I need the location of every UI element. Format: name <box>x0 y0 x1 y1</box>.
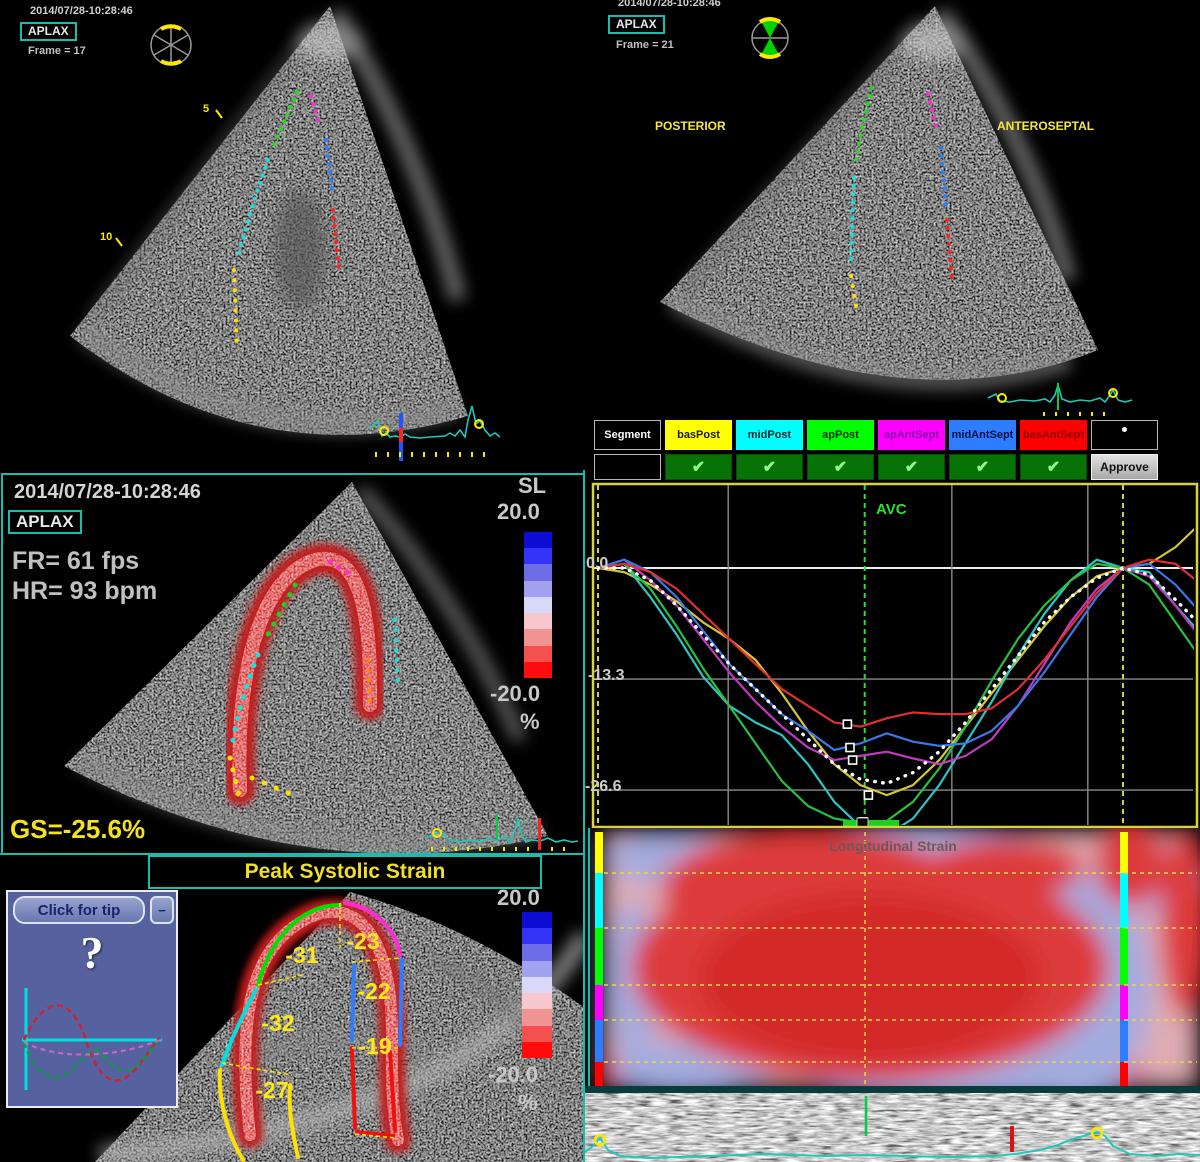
gray-mmode-ecg-strip <box>585 1090 1200 1162</box>
timestamp-top-left: 2014/07/28-10:28:46 <box>30 6 133 18</box>
peak-strain-title-box: Peak Systolic Strain <box>148 855 542 889</box>
peak-strain-value-apAntSept: -23 <box>346 928 379 954</box>
cycle-wheel-icon-filled <box>747 15 793 61</box>
frame-counter-top-right: Frame = 21 <box>616 40 674 52</box>
approve-button[interactable]: Approve <box>1091 454 1158 480</box>
ultrasound-image-top-right <box>585 0 1200 420</box>
timestamp-top-right: 2014/07/28-10:28:46 <box>618 0 721 10</box>
segment-header-midPost[interactable]: midPost <box>736 420 803 450</box>
check-midPost[interactable]: ✔ <box>736 454 803 480</box>
segment-header-midAntSept[interactable]: midAntSept <box>949 420 1016 450</box>
global-strain-value: GS=-25.6% <box>10 816 145 843</box>
depth-mark-10: 10 <box>100 232 112 244</box>
ultrasound-image-strain-live <box>0 470 585 855</box>
colorbar-max-peak: 20.0 <box>497 886 540 909</box>
timestamp-mid-left: 2014/07/28-10:28:46 <box>14 482 201 503</box>
check-basPost[interactable]: ✔ <box>665 454 732 480</box>
segment-header-apPost[interactable]: apPost <box>807 420 874 450</box>
tip-minimize-button[interactable]: − <box>150 896 174 924</box>
peak-strain-title: Peak Systolic Strain <box>245 861 446 883</box>
column-divider <box>583 470 585 1162</box>
y-tick-13: -13.3 <box>588 668 624 685</box>
echo-strain-quad-screen: 2014/07/28-10:28:46 APLAX Frame = 17 5 1… <box>0 0 1200 1162</box>
colorbar-unit-peak: % <box>518 1091 538 1114</box>
segment-color-bar-right <box>1120 832 1128 1088</box>
peak-marker <box>864 791 872 799</box>
click-for-tip-button[interactable]: Click for tip <box>13 896 145 924</box>
curved-mmode-strain-map: Longitudinal Strain <box>585 828 1200 1090</box>
y-tick-26: -26.6 <box>585 779 621 796</box>
peak-strain-value-midPost: -32 <box>261 1010 294 1036</box>
segment-header-apAntSept[interactable]: apAntSept <box>878 420 945 450</box>
depth-mark-5: 5 <box>203 104 209 116</box>
tip-widget: Click for tip − ? <box>6 890 178 1108</box>
check-apAntSept[interactable]: ✔ <box>878 454 945 480</box>
view-label-top-left: APLAX <box>20 22 77 41</box>
view-label-mid-left: APLAX <box>8 510 82 534</box>
segment-approve-table: Segment basPost midPost apPost apAntSept… <box>594 420 1162 480</box>
frame-counter-top-left: Frame = 17 <box>28 46 86 58</box>
strain-curve-apPost <box>598 564 1200 823</box>
strain-curves-graph <box>585 482 1200 828</box>
segment-table-header: Segment <box>594 420 661 450</box>
segment-color-bar-left <box>595 832 603 1088</box>
peak-marker <box>849 756 857 764</box>
view-label-top-right: APLAX <box>608 15 665 34</box>
segment-row-label-empty <box>594 454 661 480</box>
heart-rate-label: HR= 93 bpm <box>12 578 157 604</box>
peak-strain-value-basAntSept: -19 <box>358 1033 391 1059</box>
peak-strain-value-midAntSept: -22 <box>357 978 390 1004</box>
colorbar-min-peak: -20.0 <box>488 1063 538 1086</box>
strain-curve-apAntSept <box>598 560 1200 765</box>
wall-label-posterior: POSTERIOR <box>655 120 726 133</box>
colorbar-unit-sl: % <box>520 710 540 733</box>
frame-rate-label: FR= 61 fps <box>12 548 139 574</box>
segment-header-basPost[interactable]: basPost <box>665 420 732 450</box>
peak-marker <box>843 720 851 728</box>
wall-label-anteroseptal: ANTEROSEPTAL <box>997 120 1094 133</box>
colorbar-label-sl: SL <box>518 474 546 497</box>
check-basAntSept[interactable]: ✔ <box>1020 454 1087 480</box>
colorbar-max-sl: 20.0 <box>497 500 540 523</box>
segment-header-basAntSept[interactable]: basAntSept <box>1020 420 1087 450</box>
mmode-title: Longitudinal Strain <box>829 838 957 854</box>
cycle-wheel-icon <box>146 20 196 70</box>
cursor-cell <box>1091 420 1158 450</box>
tip-question-glyph: ? <box>8 926 176 979</box>
avc-marker-label: AVC <box>876 502 907 518</box>
peak-marker <box>846 744 854 752</box>
ultrasound-image-top-left <box>0 0 585 470</box>
peak-strain-value-basPost: -27 <box>255 1077 288 1103</box>
strain-colorbar-peak <box>522 912 552 1058</box>
y-tick-0: 0.0 <box>586 556 608 573</box>
strain-colorbar-sl <box>524 532 552 678</box>
ecg-trace-top-right <box>988 383 1132 416</box>
colorbar-min-sl: -20.0 <box>490 682 540 705</box>
cursor-dot <box>1122 427 1127 432</box>
tip-mini-strain-chart <box>16 984 166 1098</box>
check-apPost[interactable]: ✔ <box>807 454 874 480</box>
peak-strain-value-apPost: -31 <box>285 942 318 968</box>
check-midAntSept[interactable]: ✔ <box>949 454 1016 480</box>
